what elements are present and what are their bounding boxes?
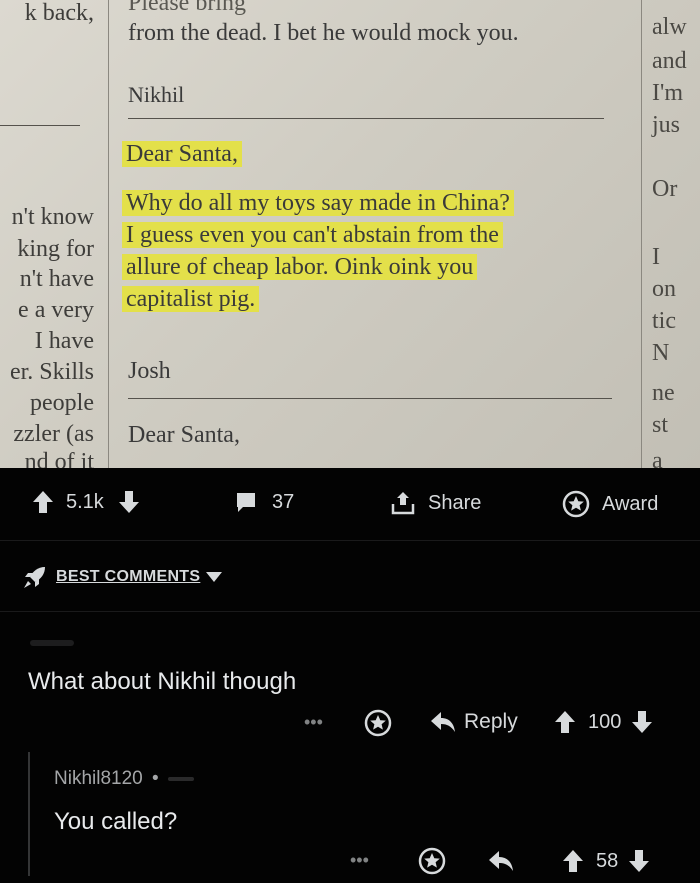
- chevron-down-icon: [206, 572, 223, 582]
- reply-label: Reply: [464, 710, 518, 733]
- comment-author[interactable]: Nikhil8120: [54, 768, 143, 789]
- thread-line[interactable]: [28, 752, 30, 876]
- right-column-line: N: [652, 340, 670, 366]
- signature-nikhil: Nikhil: [128, 82, 185, 107]
- right-column-line: I: [652, 244, 660, 270]
- column-rule: [0, 125, 80, 126]
- award-label: Award: [602, 492, 659, 515]
- comment-meta: Nikhil8120 •: [54, 768, 194, 790]
- award-button[interactable]: Award: [562, 490, 658, 518]
- award-button[interactable]: [364, 709, 392, 737]
- letter-line: allure of cheap labor. Oink oink you: [122, 254, 478, 280]
- left-column-line: n't have: [19, 266, 94, 292]
- left-column-line: I have: [34, 328, 94, 354]
- left-column-line: k back,: [24, 0, 94, 26]
- salutation-highlighted: Dear Santa,: [122, 141, 242, 167]
- newspaper-left-column: k back, n't know king for n't have e a v…: [0, 0, 98, 468]
- left-column-line: n't know: [11, 204, 94, 230]
- right-column-line: tic: [652, 308, 676, 334]
- comment-score: 58: [596, 849, 619, 872]
- vote-control: 100: [554, 710, 653, 734]
- column-divider: [108, 0, 109, 468]
- section-divider: [0, 611, 700, 612]
- reply-button[interactable]: [488, 849, 514, 873]
- comment-body: You called?: [54, 808, 178, 835]
- share-icon: [390, 490, 416, 516]
- rocket-icon: [22, 564, 48, 590]
- vote-control: 58: [562, 849, 650, 873]
- letter-line: Why do all my toys say made in China?: [122, 190, 514, 216]
- share-label: Share: [428, 491, 482, 514]
- timestamp-blurred: [167, 776, 194, 781]
- section-divider: [0, 540, 700, 541]
- post-score: 5.1k: [66, 490, 104, 513]
- vote-control: 5.1k: [32, 490, 140, 514]
- right-column-line: ne: [652, 380, 675, 406]
- right-column-line: a: [652, 448, 663, 468]
- reply-arrow-icon: [430, 710, 456, 734]
- award-icon: [418, 847, 446, 875]
- letter-divider: [128, 398, 612, 399]
- award-icon: [562, 490, 590, 518]
- letter-line: I guess even you can't abstain from the: [122, 222, 503, 248]
- more-options-button[interactable]: •••: [350, 850, 369, 871]
- comment-bubble-icon: [234, 490, 258, 514]
- share-button[interactable]: Share: [390, 490, 481, 516]
- sort-dropdown[interactable]: BEST COMMENTS: [22, 564, 223, 590]
- left-column-line: king for: [17, 236, 94, 262]
- newspaper-line: from the dead. I bet he would mock you.: [128, 20, 519, 46]
- left-column-line: nd of it: [24, 449, 94, 468]
- meta-separator: •: [152, 768, 159, 789]
- award-button[interactable]: [418, 847, 446, 875]
- right-column-line: st: [652, 412, 669, 438]
- comment-score: 100: [588, 710, 622, 733]
- right-column-line: alw: [652, 14, 687, 40]
- left-column-line: zzler (as: [13, 421, 94, 447]
- right-column-line: and: [652, 48, 687, 74]
- more-options-button[interactable]: •••: [304, 712, 323, 733]
- post-action-bar: 5.1k 37 Share Award: [0, 468, 700, 540]
- downvote-icon[interactable]: [631, 710, 653, 734]
- signature-josh: Josh: [128, 358, 171, 384]
- reply-arrow-icon: [488, 849, 514, 873]
- right-column-line: on: [652, 276, 676, 302]
- sort-label: BEST COMMENTS: [56, 568, 201, 585]
- right-column-line: I'm: [652, 80, 683, 106]
- downvote-icon[interactable]: [118, 490, 140, 514]
- upvote-icon[interactable]: [562, 849, 584, 873]
- post-image[interactable]: k back, n't know king for n't have e a v…: [0, 0, 700, 468]
- downvote-icon[interactable]: [628, 849, 650, 873]
- newspaper-line: Dear Santa,: [128, 422, 240, 448]
- upvote-icon[interactable]: [32, 490, 54, 514]
- left-column-line: people: [30, 390, 94, 416]
- letter-line: capitalist pig.: [122, 286, 260, 312]
- comment-count: 37: [272, 490, 295, 513]
- more-options-icon: •••: [350, 850, 369, 870]
- comment-author-blurred: [30, 640, 74, 646]
- left-column-line: er. Skills: [9, 359, 94, 385]
- comments-button[interactable]: 37: [234, 490, 294, 514]
- right-column-line: Or: [652, 176, 678, 202]
- more-options-icon: •••: [304, 712, 323, 732]
- letter-divider: [128, 118, 604, 119]
- newspaper-right-column: alw and I'm jus Or I on tic N ne st a: [642, 0, 700, 468]
- award-icon: [364, 709, 392, 737]
- comment-body: What about Nikhil though: [28, 668, 297, 695]
- reply-button[interactable]: Reply: [430, 710, 518, 734]
- upvote-icon[interactable]: [554, 710, 576, 734]
- left-column-line: e a very: [18, 297, 94, 323]
- right-column-line: jus: [652, 112, 681, 138]
